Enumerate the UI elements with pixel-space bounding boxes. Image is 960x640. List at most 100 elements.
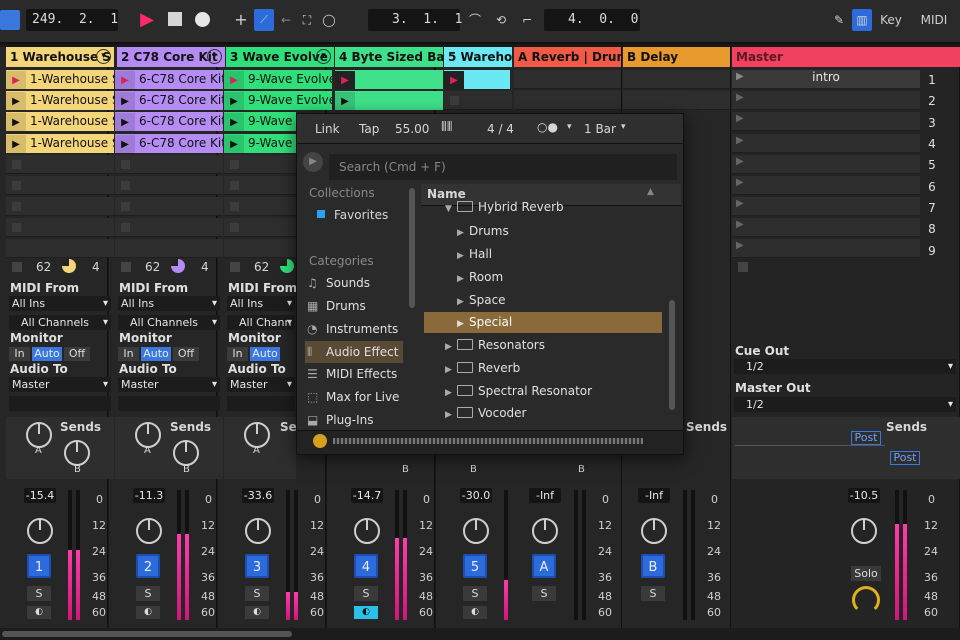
- key-map-button[interactable]: Key: [874, 9, 908, 31]
- track-activator-button[interactable]: A: [532, 554, 556, 578]
- clip-slot[interactable]: ▶ 6-C78 Core Kit: [115, 134, 223, 153]
- scene-number[interactable]: 3: [922, 116, 942, 130]
- category-drums[interactable]: ▦ Drums: [307, 299, 366, 313]
- clip-slot[interactable]: ▶ 1-Warehouse S: [6, 112, 114, 131]
- clip-slot[interactable]: ▶: [444, 70, 510, 89]
- clip-slot[interactable]: ▶ 9-Wave: [224, 134, 296, 153]
- category-sounds[interactable]: ♫ Sounds: [307, 276, 370, 290]
- solo-button[interactable]: S: [532, 586, 556, 601]
- empty-clip-slot[interactable]: [6, 197, 114, 216]
- scene-number[interactable]: 1: [922, 73, 942, 87]
- play-clip-icon[interactable]: ▶: [115, 92, 135, 110]
- favorites-item[interactable]: Favorites: [334, 208, 388, 222]
- play-clip-icon[interactable]: ▶: [224, 135, 244, 153]
- clip-slot[interactable]: ▶ 1-Warehouse S: [6, 91, 114, 110]
- play-clip-icon[interactable]: ▶: [335, 71, 355, 89]
- stop-clip-icon[interactable]: [12, 262, 22, 272]
- scene-number[interactable]: 4: [922, 137, 942, 151]
- midi-channel-select[interactable]: All Chann: [227, 315, 295, 330]
- pan-knob[interactable]: [532, 518, 558, 544]
- scene-launch[interactable]: ▶: [732, 197, 920, 216]
- horizontal-scrollbar[interactable]: [0, 628, 960, 640]
- empty-clip-slot[interactable]: [115, 218, 223, 237]
- metronome-bars-icon[interactable]: ⦀⦀: [441, 120, 452, 135]
- sidebar-scrollbar[interactable]: [409, 188, 415, 308]
- pan-knob[interactable]: [641, 518, 667, 544]
- cue-out-select[interactable]: 1/2: [734, 359, 956, 374]
- send-b-knob[interactable]: [173, 440, 199, 466]
- keyboard-icon[interactable]: ▥: [852, 9, 872, 31]
- empty-clip-slot[interactable]: [224, 218, 296, 237]
- list-scrollbar[interactable]: [669, 300, 675, 410]
- preview-play-icon[interactable]: ▶: [303, 152, 323, 172]
- clip-slot[interactable]: ▶ 1-Warehouse S: [6, 134, 114, 153]
- tree-item[interactable]: ▶ Space: [457, 293, 506, 307]
- category-audio-effects[interactable]: ⦀ Audio Effects: [307, 345, 399, 360]
- post-button[interactable]: Post: [851, 431, 881, 445]
- scene-launch[interactable]: ▶: [732, 134, 920, 153]
- clip-slot[interactable]: ▶ 6-C78 Core Kit: [115, 70, 223, 89]
- monitor-auto-button[interactable]: Auto: [32, 347, 62, 361]
- volume-display[interactable]: -14.7: [351, 488, 383, 503]
- empty-clip-slot[interactable]: [115, 176, 223, 195]
- scene-number[interactable]: 7: [922, 201, 942, 215]
- midi-from-select[interactable]: All Ins: [9, 296, 111, 311]
- waveform-preview[interactable]: [333, 438, 643, 444]
- scene-launch[interactable]: ▶: [732, 218, 920, 237]
- category-midi-effects[interactable]: ☰ MIDI Effects: [307, 367, 397, 381]
- return-header-b[interactable]: B Delay: [623, 47, 730, 67]
- fold-chevron-icon[interactable]: ▾: [316, 49, 331, 64]
- monitor-in-button[interactable]: In: [227, 347, 248, 361]
- audio-to-select[interactable]: Master: [9, 377, 111, 392]
- back-to-arrangement-icon[interactable]: ←: [277, 9, 295, 31]
- clip-slot[interactable]: ▶ 6-C78 Core Kit: [115, 91, 223, 110]
- empty-clip-slot[interactable]: [6, 239, 114, 258]
- solo-button[interactable]: S: [136, 586, 160, 601]
- tree-item[interactable]: ▼ Hybrid Reverb: [445, 200, 564, 214]
- overdub-plus-icon[interactable]: +: [232, 9, 250, 31]
- empty-clip-slot[interactable]: [224, 197, 296, 216]
- audio-to-select[interactable]: Master: [118, 377, 220, 392]
- midi-from-select[interactable]: All Ins: [118, 296, 220, 311]
- clip-slot[interactable]: ▶: [335, 70, 443, 89]
- pan-knob[interactable]: [354, 518, 380, 544]
- session-record-icon[interactable]: ◯: [320, 9, 338, 31]
- tree-item[interactable]: ▶ Hall: [457, 247, 492, 261]
- metronome-icon[interactable]: ○●: [537, 120, 558, 134]
- scene-number[interactable]: 8: [922, 222, 942, 236]
- monitor-auto-button[interactable]: Auto: [250, 347, 280, 361]
- chevron-down-icon[interactable]: ▾: [567, 122, 572, 132]
- play-clip-icon[interactable]: ▶: [6, 113, 26, 131]
- send-b-knob[interactable]: [64, 440, 90, 466]
- empty-clip-slot[interactable]: [444, 91, 512, 110]
- empty-clip-slot[interactable]: [6, 155, 114, 174]
- play-clip-icon[interactable]: ▶: [115, 135, 135, 153]
- midi-from-select[interactable]: All Ins: [227, 296, 295, 311]
- arm-icon[interactable]: ◐: [136, 606, 160, 619]
- empty-clip-slot[interactable]: [224, 239, 296, 258]
- arm-icon[interactable]: ◐: [354, 606, 378, 619]
- play-clip-icon[interactable]: ▶: [444, 71, 464, 89]
- play-clip-icon[interactable]: ▶: [6, 135, 26, 153]
- solo-button[interactable]: S: [641, 586, 665, 601]
- tap-button[interactable]: Tap: [359, 122, 379, 136]
- browser-search-input[interactable]: Search (Cmd + F): [329, 154, 677, 180]
- capture-icon[interactable]: ⛶: [298, 9, 316, 31]
- midi-channel-select[interactable]: All Channels: [9, 315, 111, 330]
- stop-all-clips-icon[interactable]: [738, 262, 748, 272]
- arm-icon[interactable]: ◐: [27, 606, 51, 619]
- scene-launch[interactable]: ▶: [732, 239, 920, 258]
- play-clip-icon[interactable]: ▶: [335, 92, 355, 110]
- track-activator-button[interactable]: 4: [354, 554, 378, 578]
- pan-knob[interactable]: [136, 518, 162, 544]
- output-channel-field[interactable]: [227, 396, 295, 411]
- tree-item[interactable]: ▶ Spectral Resonator: [445, 384, 592, 398]
- empty-clip-slot[interactable]: [623, 70, 730, 89]
- pan-knob[interactable]: [851, 518, 877, 544]
- solo-button[interactable]: S: [245, 586, 269, 601]
- track-activator-button[interactable]: 2: [136, 554, 160, 578]
- volume-display[interactable]: -15.4: [24, 488, 56, 503]
- pan-knob[interactable]: [245, 518, 271, 544]
- master-volume-display[interactable]: -10.5: [848, 488, 880, 503]
- clip-slot[interactable]: ▶ 1-Warehouse S: [6, 70, 114, 89]
